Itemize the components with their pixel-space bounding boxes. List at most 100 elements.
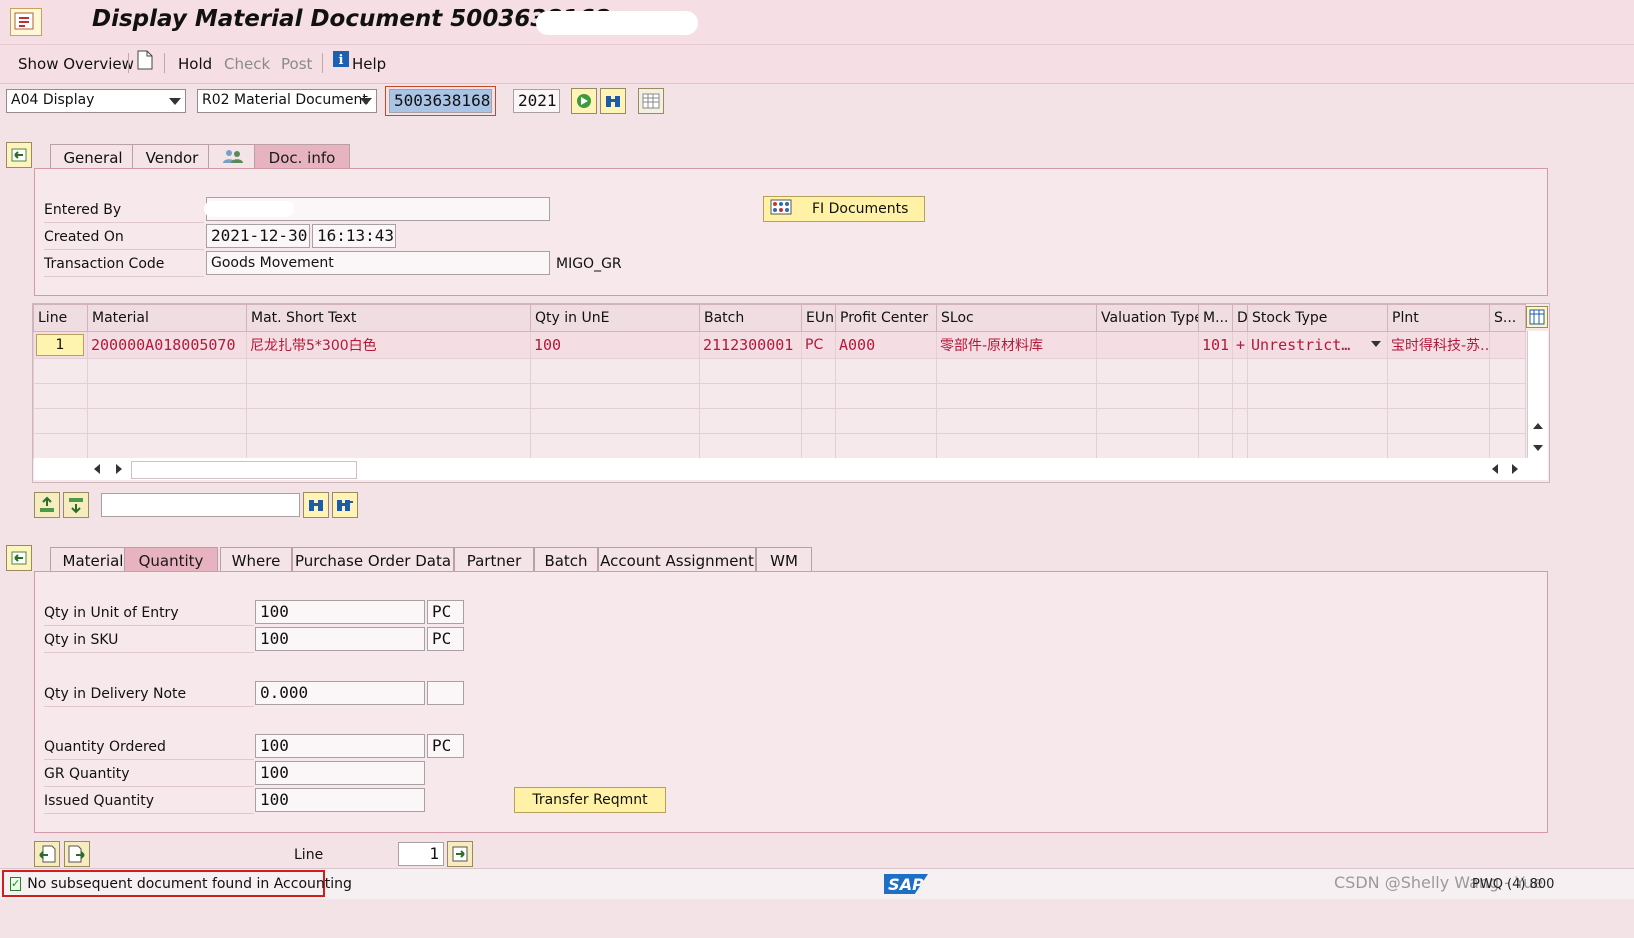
application-toolbar: Show Overview Hold Check Post i Help xyxy=(0,45,1634,84)
toolbar-separator xyxy=(164,53,165,73)
qty-sku-field: 100 xyxy=(255,627,425,651)
table-row-empty xyxy=(33,408,1526,434)
cell-short-text: 尼龙扎带5*300白色 xyxy=(246,331,531,359)
table-row-empty xyxy=(33,433,1526,459)
tab-wm[interactable]: WM xyxy=(756,547,812,573)
chevron-down-icon xyxy=(1371,341,1381,347)
scroll-right-icon[interactable] xyxy=(116,464,122,474)
qty-delivery-field: 0.000 xyxy=(255,681,425,705)
column-header-short-text[interactable]: Mat. Short Text xyxy=(246,304,531,332)
column-header-sloc[interactable]: SLoc xyxy=(936,304,1097,332)
execute-icon[interactable] xyxy=(571,88,597,114)
column-header-profit-center[interactable]: Profit Center xyxy=(835,304,937,332)
success-check-icon: ✓ xyxy=(10,876,22,891)
doc-number-field[interactable]: 5003638168 xyxy=(389,89,492,113)
status-message[interactable]: ✓ No subsequent document found in Accoun… xyxy=(2,870,352,897)
cell-qty: 100 xyxy=(530,331,700,359)
column-header-material[interactable]: Material xyxy=(87,304,247,332)
entered-by-label: Entered By xyxy=(44,202,204,223)
redacted-blur xyxy=(204,201,294,217)
tab-purchase-order-data[interactable]: Purchase Order Data xyxy=(292,547,454,573)
column-header-movement-type[interactable]: M... xyxy=(1198,304,1233,332)
table-settings-icon[interactable] xyxy=(638,88,664,114)
scroll-up-icon[interactable] xyxy=(1533,423,1543,429)
year-field[interactable]: 2021 xyxy=(513,89,560,113)
column-header-batch[interactable]: Batch xyxy=(699,304,802,332)
transaction-desc-field: Goods Movement xyxy=(206,251,550,275)
action-select[interactable]: A04 Display xyxy=(6,89,186,113)
qty-ordered-unit: PC xyxy=(427,734,464,758)
tab-account-assignment[interactable]: Account Assignment xyxy=(598,547,756,573)
cell-valuation-type xyxy=(1096,331,1199,359)
column-header-valuation-type[interactable]: Valuation Type xyxy=(1096,304,1199,332)
previous-item-icon[interactable] xyxy=(34,841,60,867)
scroll-left-icon[interactable] xyxy=(94,464,100,474)
show-overview-button[interactable]: Show Overview xyxy=(18,55,134,73)
cell-eun: PC xyxy=(801,331,836,359)
system-info[interactable]: PWQ (4) 800 xyxy=(1472,877,1554,892)
column-header-stock-type[interactable]: Stock Type xyxy=(1247,304,1388,332)
tab-partner[interactable]: Partner xyxy=(454,547,534,573)
tab-vendor[interactable]: Vendor xyxy=(132,144,212,170)
fi-documents-icon xyxy=(770,199,792,219)
toolbar-separator xyxy=(322,53,323,73)
collapse-header-icon[interactable] xyxy=(6,142,32,168)
collapse-rows-icon[interactable] xyxy=(63,492,89,518)
expand-rows-icon[interactable] xyxy=(34,492,60,518)
find-next-icon[interactable] xyxy=(332,492,358,518)
find-icon[interactable] xyxy=(303,492,329,518)
grid-search-input[interactable] xyxy=(101,493,300,517)
fi-documents-button[interactable]: FI Documents xyxy=(763,196,925,222)
scroll-down-icon[interactable] xyxy=(1533,445,1543,451)
vertical-scrollbar[interactable] xyxy=(1527,331,1548,458)
issued-qty-label: Issued Quantity xyxy=(44,793,254,814)
tab-batch[interactable]: Batch xyxy=(534,547,598,573)
check-button[interactable]: Check xyxy=(224,55,270,73)
line-number-button[interactable]: 1 xyxy=(36,334,84,356)
horizontal-scrollbar-thumb[interactable] xyxy=(131,461,357,479)
reference-select[interactable]: R02 Material Document xyxy=(197,89,377,113)
column-header-line[interactable]: Line xyxy=(33,304,88,332)
qty-ordered-label: Quantity Ordered xyxy=(44,739,254,760)
qty-entry-field: 100 xyxy=(255,600,425,624)
column-settings-icon[interactable] xyxy=(1526,306,1548,328)
collapse-detail-icon[interactable] xyxy=(6,545,32,571)
tab-doc-info[interactable]: Doc. info xyxy=(254,144,350,170)
cell-material: 200000A018005070 xyxy=(87,331,247,359)
info-icon[interactable]: i xyxy=(332,50,350,72)
binoculars-icon[interactable] xyxy=(600,88,626,114)
hold-button[interactable]: Hold xyxy=(178,55,212,73)
qty-entry-label: Qty in Unit of Entry xyxy=(44,605,254,626)
tab-quantity[interactable]: Quantity xyxy=(124,547,218,573)
cell-movement-type: 101 xyxy=(1198,331,1233,359)
chevron-down-icon xyxy=(360,98,372,105)
column-header-s[interactable]: S... xyxy=(1489,304,1526,332)
go-to-line-icon[interactable] xyxy=(447,841,473,867)
column-header-qty[interactable]: Qty in UnE xyxy=(530,304,700,332)
created-time-field: 16:13:43 xyxy=(312,224,396,248)
tab-where[interactable]: Where xyxy=(220,547,292,573)
fi-documents-label: FI Documents xyxy=(812,201,909,217)
scroll-left-icon[interactable] xyxy=(1492,464,1498,474)
issued-qty-field: 100 xyxy=(255,788,425,812)
cell-plant: 宝时得科技-苏… xyxy=(1387,331,1490,359)
tab-general[interactable]: General xyxy=(50,144,136,170)
table-row[interactable]: 1 200000A018005070 尼龙扎带5*300白色 100 21123… xyxy=(33,331,1526,359)
help-button[interactable]: Help xyxy=(352,55,386,73)
column-header-debit-credit[interactable]: D xyxy=(1232,304,1248,332)
next-item-icon[interactable] xyxy=(64,841,90,867)
new-document-icon[interactable] xyxy=(137,50,153,74)
line-number-input[interactable]: 1 xyxy=(398,842,444,866)
stock-type-select[interactable]: Unrestrict… xyxy=(1247,331,1388,359)
column-header-plant[interactable]: Plnt xyxy=(1387,304,1490,332)
transfer-reqmnt-button[interactable]: Transfer Reqmnt xyxy=(514,787,666,813)
cell-profit-center: A000 xyxy=(835,331,937,359)
post-button[interactable]: Post xyxy=(281,55,312,73)
tab-partners[interactable] xyxy=(208,144,258,170)
persons-icon xyxy=(222,148,244,168)
column-header-eun[interactable]: EUn xyxy=(801,304,836,332)
scroll-right-icon[interactable] xyxy=(1512,464,1518,474)
action-select-value: A04 Display xyxy=(11,92,95,108)
reference-select-value: R02 Material Document xyxy=(202,92,368,108)
qty-ordered-field: 100 xyxy=(255,734,425,758)
